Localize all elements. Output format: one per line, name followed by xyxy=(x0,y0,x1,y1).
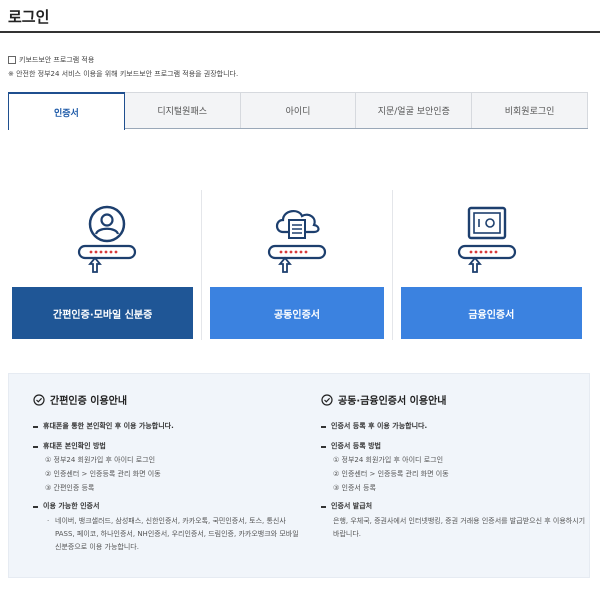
guide-section-title: 인증서 등록 후 이용 가능합니다. xyxy=(321,421,591,431)
keyboard-security-label: 키보드보안 프로그램 적용 xyxy=(19,56,95,64)
financial-certificate-button[interactable]: 금융인증서 xyxy=(400,287,582,339)
guide-section-title: 이용 가능한 인증서 xyxy=(33,501,303,511)
simple-auth-guide-heading: 간편인증 이용안내 xyxy=(33,392,303,407)
guide-step: ② 인증센터 > 인증등록 관리 화면 이동 xyxy=(333,470,449,478)
certificate-options: 간편인증·모바일 신분증 공동인증서 금융인증서 xyxy=(12,190,582,340)
guide-step: ③ 인증서 등록 xyxy=(333,484,376,492)
card-joint-certificate: 공동인증서 xyxy=(201,190,391,340)
simple-auth-button[interactable]: 간편인증·모바일 신분증 xyxy=(12,287,194,339)
tab-non-member[interactable]: 비회원로그인 xyxy=(472,92,588,128)
certificate-guide-title: 공동·금융인증서 이용안내 xyxy=(338,396,447,407)
guide-step: ② 인증센터 > 인증등록 관리 화면 이동 xyxy=(45,470,161,478)
certificate-guide: 공동·금융인증서 이용안내 인증서 등록 후 이용 가능합니다. 인증서 등록 … xyxy=(321,392,591,541)
safe-key-icon xyxy=(458,206,517,273)
check-circle-icon xyxy=(33,393,45,406)
login-method-tabs: 인증서 디지털원패스 아이디 지문/얼굴 보안인증 비회원로그인 xyxy=(8,92,588,130)
guide-section-title: 인증서 등록 방법 xyxy=(321,441,591,451)
guide-step: ① 정부24 회원가입 후 아이디 로그인 xyxy=(45,456,156,464)
guide-section-title: 휴대폰을 통한 본인확인 후 이용 가능합니다. xyxy=(33,421,303,431)
keyboard-security-checkbox[interactable] xyxy=(8,56,16,64)
person-key-icon xyxy=(77,205,136,273)
title-divider xyxy=(0,31,600,33)
card-financial-certificate: 금융인증서 xyxy=(391,190,582,340)
check-circle-icon xyxy=(321,393,333,406)
tab-digital-onepass[interactable]: 디지털원패스 xyxy=(124,92,241,128)
tab-biometric[interactable]: 지문/얼굴 보안인증 xyxy=(356,92,473,128)
simple-auth-guide-title: 간편인증 이용안내 xyxy=(50,396,128,407)
guide-section-title: 휴대폰 본인확인 방법 xyxy=(33,441,303,451)
guide-section-title: 인증서 발급처 xyxy=(321,501,591,511)
cloud-document-key-icon xyxy=(267,210,327,273)
card-simple-auth: 간편인증·모바일 신분증 xyxy=(12,190,201,340)
guide-step: ① 정부24 회원가입 후 아이디 로그인 xyxy=(333,456,444,464)
tab-id[interactable]: 아이디 xyxy=(240,92,357,128)
guide-paragraph: 은행, 우체국, 증권사에서 인터넷뱅킹, 증권 거래용 인증서를 발급받으신 … xyxy=(333,517,586,538)
guide-step: ③ 간편인증 등록 xyxy=(45,484,95,492)
simple-auth-guide: 간편인증 이용안내 휴대폰을 통한 본인확인 후 이용 가능합니다. 휴대폰 본… xyxy=(33,392,303,554)
tab-certificate[interactable]: 인증서 xyxy=(8,92,125,130)
keyboard-security-option: 키보드보안 프로그램 적용 xyxy=(8,55,94,65)
guide-paragraph: 네이버, 뱅크샐러드, 삼성패스, 신한인증서, 카카오톡, 국민인증서, 토스… xyxy=(33,515,303,554)
page-title: 로그인 xyxy=(8,8,50,26)
keyboard-security-note: ※ 안전한 정부24 서비스 이용을 위해 키보드보안 프로그램 적용을 권장합… xyxy=(8,70,239,78)
joint-certificate-button[interactable]: 공동인증서 xyxy=(210,287,384,339)
certificate-guide-heading: 공동·금융인증서 이용안내 xyxy=(321,392,591,407)
usage-guide-panel: 간편인증 이용안내 휴대폰을 통한 본인확인 후 이용 가능합니다. 휴대폰 본… xyxy=(8,373,590,578)
